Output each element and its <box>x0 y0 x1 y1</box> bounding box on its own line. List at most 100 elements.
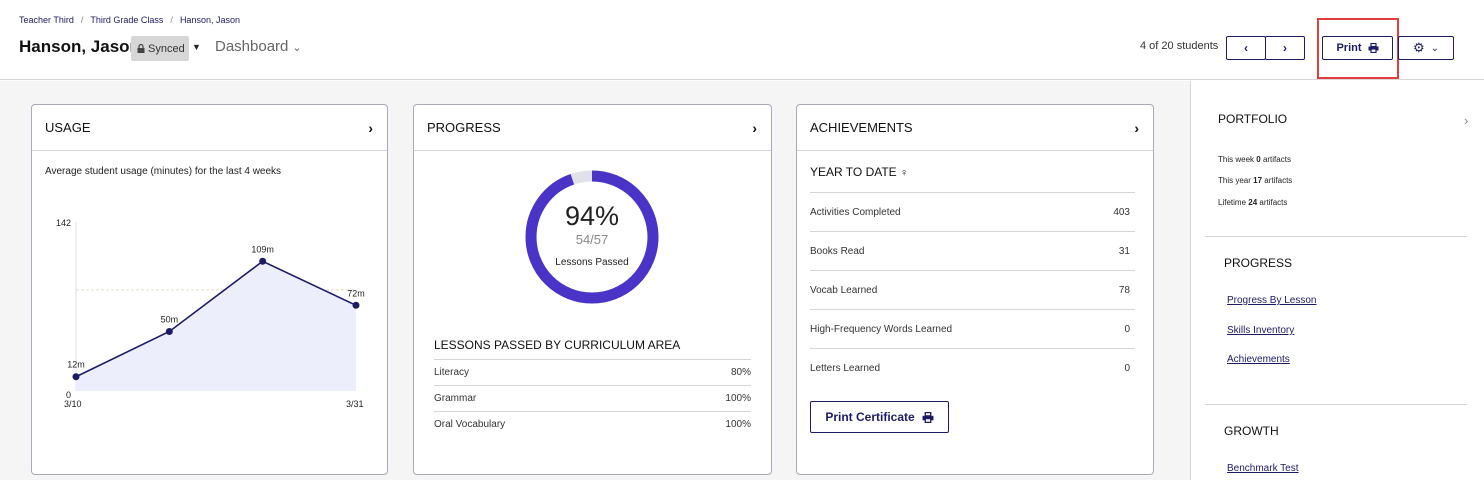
stat-value: 17 <box>1253 176 1263 185</box>
progress-card: PROGRESS › 94% 54/57 Lessons Passed LESS… <box>413 104 772 475</box>
growth-title: GROWTH <box>1224 424 1279 438</box>
sidebar-progress-title: PROGRESS <box>1224 256 1293 270</box>
chevron-right-icon[interactable]: › <box>1134 120 1139 136</box>
progress-by-lesson-link[interactable]: Progress By Lesson <box>1227 295 1317 306</box>
print-button-label: Print <box>1336 42 1362 54</box>
previous-student-button[interactable]: ‹ <box>1226 36 1266 60</box>
curriculum-area: Literacy <box>434 367 470 378</box>
portfolio-title[interactable]: PORTFOLIO <box>1218 112 1287 126</box>
usage-card-header[interactable]: USAGE › <box>32 105 387 151</box>
curriculum-title: LESSONS PASSED BY CURRICULUM AREA <box>434 338 681 352</box>
right-sidebar: PORTFOLIO › This week 0 artifacts This y… <box>1190 81 1484 480</box>
print-certificate-label: Print Certificate <box>825 410 915 424</box>
usage-point <box>165 327 173 335</box>
view-dropdown-label: Dashboard <box>215 38 289 55</box>
skills-inventory-link[interactable]: Skills Inventory <box>1227 325 1294 336</box>
achievement-value: 403 <box>1113 206 1130 218</box>
donut-label: Lessons Passed <box>555 257 629 268</box>
award-icon: ♀ <box>900 167 909 179</box>
progress-card-header[interactable]: PROGRESS › <box>414 105 771 151</box>
gear-icon: ⚙ <box>1412 40 1425 55</box>
achievement-value: 0 <box>1124 362 1130 374</box>
chevron-down-icon: ⌄ <box>292 42 302 54</box>
breadcrumb-class[interactable]: Third Grade Class <box>90 15 163 25</box>
curriculum-table: Literacy 80% Grammar 100% Oral Vocabulary 1… <box>434 359 751 437</box>
chevron-right-icon[interactable]: › <box>368 120 373 136</box>
achievements-title: ACHIEVEMENTS <box>810 120 913 135</box>
usage-card: USAGE › Average student usage (minutes) … <box>31 104 388 475</box>
achievements-card: ACHIEVEMENTS › YEAR TO DATE ♀ Activities… <box>796 104 1154 475</box>
usage-point <box>352 301 360 309</box>
stat-prefix: This year <box>1218 176 1251 185</box>
curriculum-area: Oral Vocabulary <box>434 419 506 430</box>
print-certificate-button[interactable]: Print Certificate <box>810 401 949 433</box>
curriculum-value: 80% <box>730 367 751 378</box>
stat-suffix: artifacts <box>1262 155 1291 164</box>
achievements-card-header[interactable]: ACHIEVEMENTS › <box>797 105 1153 151</box>
table-row: Letters Learned 0 <box>810 348 1135 387</box>
achievement-label: Books Read <box>810 245 865 257</box>
stat-value: 24 <box>1248 198 1258 207</box>
chevron-right-icon: › <box>1283 41 1287 55</box>
benchmark-test-link[interactable]: Benchmark Test <box>1227 463 1299 474</box>
portfolio-stat-week: This week 0 artifacts <box>1218 155 1291 164</box>
table-row: High-Frequency Words Learned 0 <box>810 309 1135 348</box>
stat-prefix: Lifetime <box>1218 198 1247 207</box>
printer-icon <box>1368 43 1379 53</box>
student-name: Hanson, Jason <box>19 37 140 56</box>
divider <box>1205 236 1467 237</box>
usage-point-label: 50m <box>161 314 179 324</box>
usage-subtitle: Average student usage (minutes) for the … <box>45 166 282 177</box>
chevron-right-icon[interactable]: › <box>752 120 757 136</box>
printer-icon <box>922 411 934 423</box>
print-button[interactable]: Print <box>1322 36 1393 60</box>
view-dropdown[interactable]: Dashboard ⌄ <box>215 38 302 55</box>
usage-point <box>259 257 267 265</box>
achievement-label: Vocab Learned <box>810 284 878 296</box>
stat-suffix: artifacts <box>1264 176 1293 185</box>
usage-point-label: 72m <box>347 288 365 298</box>
synced-badge: Synced <box>131 36 189 61</box>
breadcrumb-student[interactable]: Hanson, Jason <box>180 15 240 25</box>
achievement-value: 78 <box>1118 284 1130 296</box>
table-row: Books Read 31 <box>810 231 1135 270</box>
settings-menu-button[interactable]: ⚙ ⌄ <box>1398 36 1454 60</box>
curriculum-value: 100% <box>725 393 751 404</box>
achievement-label: Activities Completed <box>810 206 901 218</box>
breadcrumb: Teacher Third / Third Grade Class / Hanson, … <box>19 15 240 25</box>
x-start-tick: 3/10 <box>64 399 82 409</box>
usage-title: USAGE <box>45 120 91 135</box>
curriculum-area: Grammar <box>434 393 477 404</box>
divider <box>1205 404 1467 405</box>
chevron-down-icon: ⌄ <box>1430 42 1440 54</box>
dashboard-main: USAGE › Average student usage (minutes) … <box>0 81 1190 480</box>
lessons-donut: 94% 54/57 Lessons Passed <box>524 169 660 305</box>
breadcrumb-teacher[interactable]: Teacher Third <box>19 15 74 25</box>
next-student-button[interactable]: › <box>1265 36 1305 60</box>
student-dropdown-caret-icon[interactable]: ▼ <box>192 42 201 52</box>
chevron-right-icon[interactable]: › <box>1464 113 1468 128</box>
x-end-tick: 3/31 <box>346 399 364 409</box>
year-to-date-heading: YEAR TO DATE ♀ <box>810 165 908 179</box>
stat-suffix: artifacts <box>1259 198 1288 207</box>
achievements-link[interactable]: Achievements <box>1227 354 1290 365</box>
portfolio-stat-year: This year 17 artifacts <box>1218 176 1292 185</box>
usage-point-label: 12m <box>67 360 85 370</box>
achievement-value: 0 <box>1124 323 1130 335</box>
year-to-date-label: YEAR TO DATE <box>810 165 897 179</box>
usage-point <box>72 373 80 381</box>
portfolio-stat-lifetime: Lifetime 24 artifacts <box>1218 198 1287 207</box>
progress-title: PROGRESS <box>427 120 501 135</box>
table-row: Oral Vocabulary 100% <box>434 411 751 437</box>
table-row: Grammar 100% <box>434 385 751 411</box>
usage-chart: 12m50m109m72m 142 0 3/10 3/31 <box>56 218 365 409</box>
donut-percent: 94% <box>564 201 620 231</box>
table-row: Literacy 80% <box>434 359 751 385</box>
stat-value: 0 <box>1256 155 1261 164</box>
lock-icon <box>137 44 145 53</box>
achievement-value: 31 <box>1118 245 1130 257</box>
table-row: Vocab Learned 78 <box>810 270 1135 309</box>
table-row: Activities Completed 403 <box>810 192 1135 231</box>
achievement-label: Letters Learned <box>810 362 881 374</box>
usage-area <box>76 261 356 391</box>
